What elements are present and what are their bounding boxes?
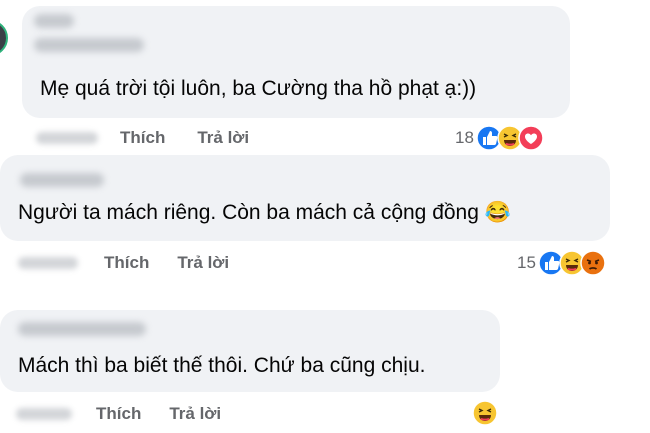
love-icon (518, 125, 544, 151)
timestamp-blurred[interactable] (18, 257, 78, 269)
commenter-name-blurred[interactable] (20, 173, 104, 187)
reaction-count: 18 (455, 128, 474, 147)
commenter-name-blurred[interactable] (34, 38, 144, 52)
reply-button[interactable]: Trả lời (197, 128, 249, 148)
comment-actions: Thích Trả lời (36, 128, 249, 148)
comment-text: Người ta mách riêng. Còn ba mách cả cộng… (18, 201, 511, 224)
comment-text: Mách thì ba biết thế thôi. Chứ ba cũng c… (18, 354, 426, 377)
reaction-summary[interactable]: 15 (517, 250, 606, 276)
comment-bubble: Mẹ quá trời tội luôn, ba Cường tha hồ ph… (22, 6, 570, 118)
like-button[interactable]: Thích (96, 404, 141, 424)
commenter-name-blurred[interactable] (34, 14, 74, 28)
comment-bubble: Mách thì ba biết thế thôi. Chứ ba cũng c… (0, 310, 500, 392)
avatar[interactable] (0, 20, 8, 56)
like-button[interactable]: Thích (104, 253, 149, 273)
timestamp-blurred[interactable] (36, 132, 98, 144)
like-button[interactable]: Thích (120, 128, 165, 148)
angry-icon (580, 250, 606, 276)
reaction-summary[interactable]: 18 (455, 125, 544, 151)
comment-actions: Thích Trả lời (16, 404, 221, 424)
commenter-name-blurred[interactable] (18, 322, 146, 336)
reply-button[interactable]: Trả lời (177, 253, 229, 273)
comment-actions: Thích Trả lời (18, 253, 229, 273)
reaction-summary[interactable] (470, 400, 498, 426)
haha-icon (472, 400, 498, 426)
reaction-count: 15 (517, 253, 536, 272)
reply-button[interactable]: Trả lời (169, 404, 221, 424)
comment-bubble: Người ta mách riêng. Còn ba mách cả cộng… (0, 155, 610, 241)
timestamp-blurred[interactable] (16, 408, 72, 420)
comment-text: Mẹ quá trời tội luôn, ba Cường tha hồ ph… (40, 77, 477, 100)
